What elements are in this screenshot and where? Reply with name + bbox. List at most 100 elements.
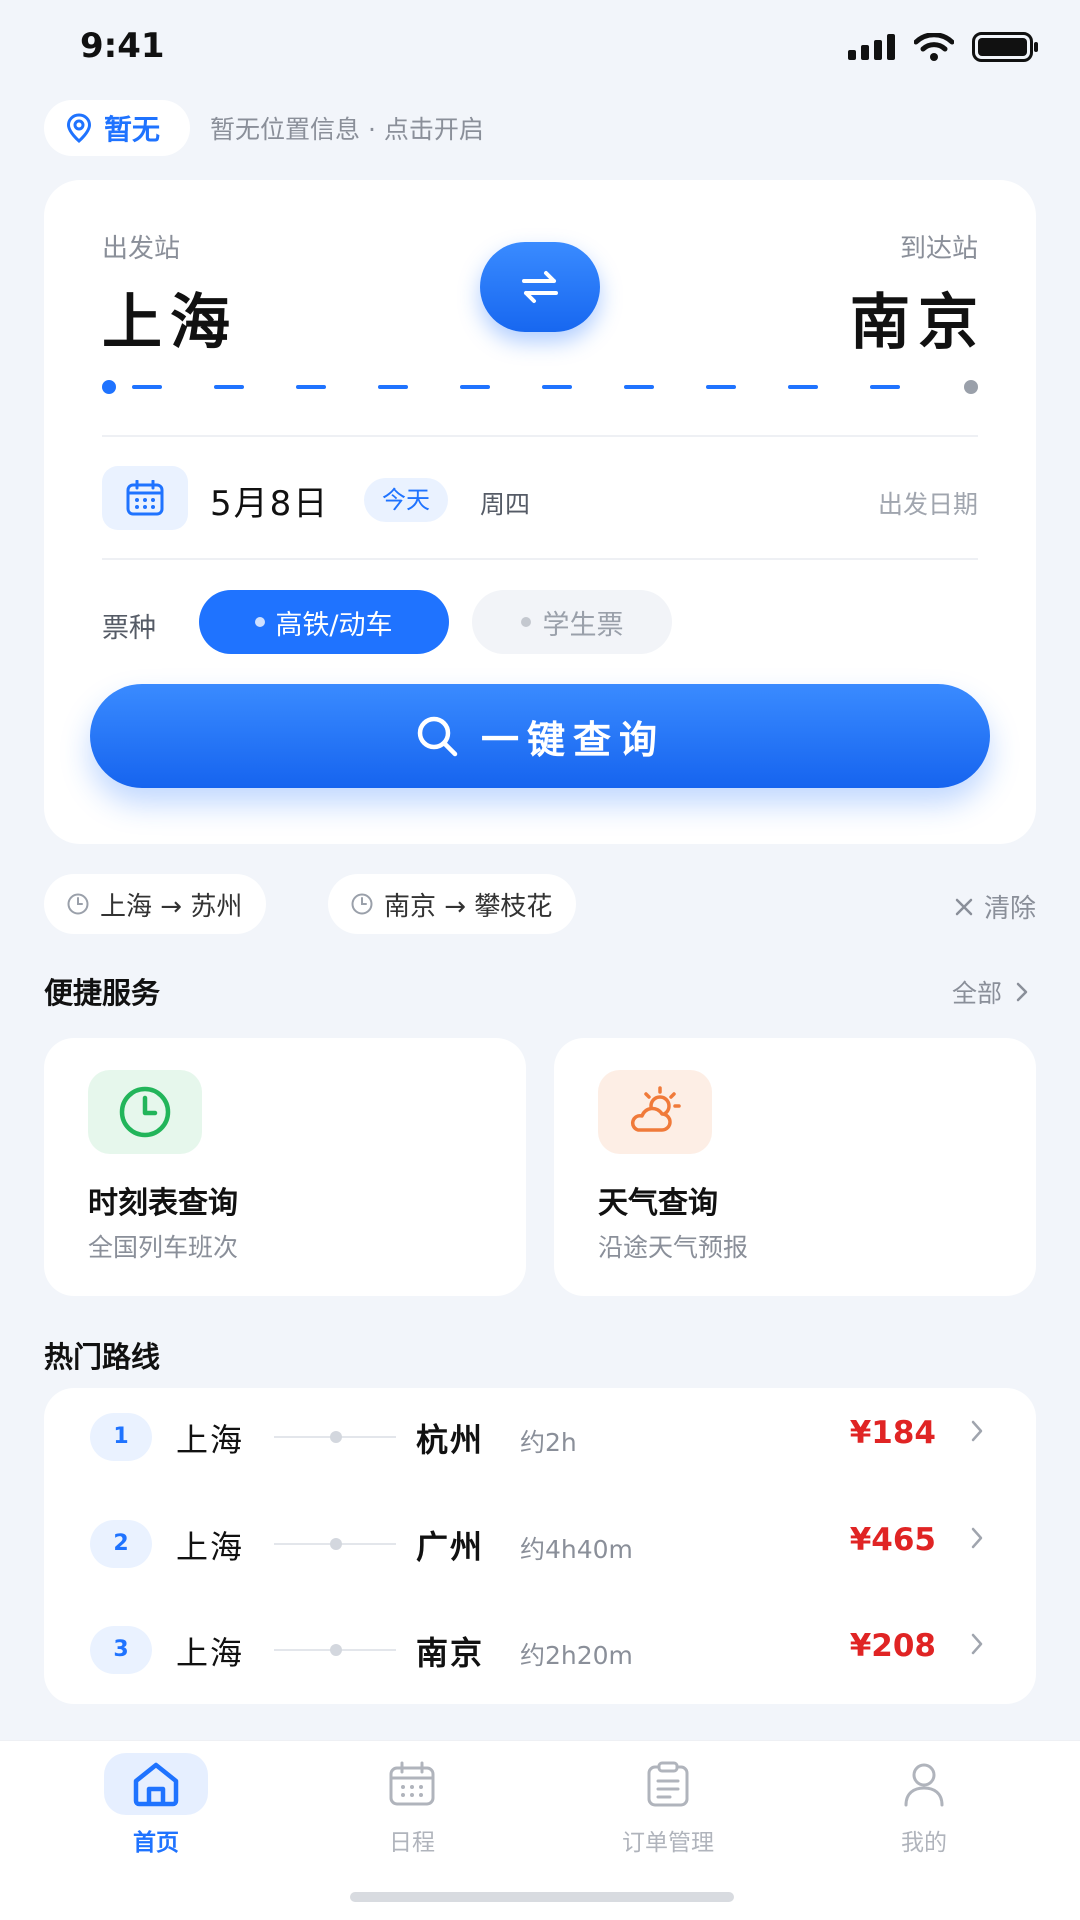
history-item[interactable]: 南京 → 攀枝花 bbox=[328, 874, 577, 934]
route-from: 上海 bbox=[176, 1528, 245, 1566]
user-icon bbox=[904, 1763, 944, 1807]
status-bar: 9:41 bbox=[0, 0, 1080, 100]
from-station-label: 出发站 bbox=[102, 234, 181, 264]
tab-icon-box bbox=[360, 1753, 464, 1815]
search-history: 上海 → 苏州 南京 → 攀枝花 清除 bbox=[44, 874, 1036, 934]
tab-label: 日程 bbox=[389, 1830, 435, 1856]
history-item[interactable]: 上海 → 苏州 bbox=[44, 874, 267, 934]
calendar-icon bbox=[389, 1761, 435, 1806]
history-item-label: 南京 → 攀枝花 bbox=[384, 891, 553, 922]
clock-icon bbox=[119, 1086, 171, 1138]
swap-arrows-icon bbox=[522, 271, 558, 303]
ticket-type-label: 票种 bbox=[102, 613, 156, 644]
route-duration: 约4h40m bbox=[520, 1535, 633, 1564]
chevron-right-icon bbox=[971, 1633, 983, 1655]
route-duration: 约2h20m bbox=[520, 1641, 633, 1670]
tab-icon-box bbox=[872, 1753, 976, 1815]
clear-history-button[interactable]: 清除 bbox=[954, 888, 1036, 925]
search-icon bbox=[417, 716, 458, 757]
services-more-link[interactable]: 全部 bbox=[952, 974, 1028, 1010]
location-chip[interactable]: 暂无 bbox=[44, 100, 191, 156]
service-card-timetable[interactable]: 时刻表查询 全国列车班次 bbox=[44, 1038, 526, 1296]
route-price: ¥465 bbox=[849, 1522, 936, 1558]
divider bbox=[102, 558, 978, 560]
route-connector bbox=[274, 1431, 396, 1443]
history-clock-icon bbox=[351, 893, 373, 915]
history-item-label: 上海 → 苏州 bbox=[100, 891, 243, 922]
tab-profile[interactable]: 我的 bbox=[824, 1753, 1024, 1873]
swap-stations-button[interactable] bbox=[480, 242, 600, 332]
route-connector bbox=[274, 1538, 396, 1550]
location-hint[interactable]: 暂无位置信息 · 点击开启 bbox=[210, 110, 484, 146]
ticket-type-student[interactable]: 学生票 bbox=[472, 590, 672, 654]
service-card-weather[interactable]: 天气查询 沿途天气预报 bbox=[554, 1038, 1036, 1296]
to-station[interactable]: 南京 bbox=[850, 274, 986, 361]
ticket-type-label-text: 学生票 bbox=[542, 609, 624, 641]
service-subtitle: 沿途天气预报 bbox=[598, 1233, 749, 1262]
route-rank: 2 bbox=[90, 1520, 152, 1568]
route-connector bbox=[274, 1644, 396, 1656]
ticket-type-label-text: 高铁/动车 bbox=[275, 609, 393, 641]
route-price: ¥184 bbox=[849, 1415, 936, 1451]
route-from: 上海 bbox=[176, 1421, 245, 1459]
route-price: ¥208 bbox=[849, 1628, 936, 1664]
end-dot bbox=[964, 380, 978, 394]
search-button[interactable]: 一键查询 bbox=[90, 684, 990, 788]
service-icon-box bbox=[88, 1070, 202, 1154]
clear-history-label: 清除 bbox=[983, 894, 1036, 924]
route-track bbox=[102, 380, 978, 394]
chevron-right-icon bbox=[971, 1527, 983, 1549]
search-button-label: 一键查询 bbox=[480, 717, 665, 762]
chevron-right-icon bbox=[1016, 982, 1028, 1002]
tab-orders[interactable]: 订单管理 bbox=[568, 1753, 768, 1873]
tab-icon-box bbox=[104, 1753, 208, 1815]
search-card: 出发站 到达站 上海 南京 5月8日 今天 周四 出发日期 票种 高铁/动车 学… bbox=[44, 180, 1036, 844]
route-to: 杭州 bbox=[416, 1421, 485, 1459]
from-station[interactable]: 上海 bbox=[102, 274, 238, 361]
route-rank: 1 bbox=[90, 1413, 152, 1461]
tab-home[interactable]: 首页 bbox=[56, 1753, 256, 1873]
service-icon-box bbox=[598, 1070, 712, 1154]
service-title: 时刻表查询 bbox=[88, 1186, 238, 1221]
route-rank: 3 bbox=[90, 1626, 152, 1674]
route-row[interactable]: 1 上海 杭州 约2h ¥184 bbox=[44, 1389, 1036, 1485]
tab-label: 我的 bbox=[901, 1830, 947, 1856]
close-icon bbox=[955, 898, 973, 915]
calendar-icon bbox=[126, 480, 164, 516]
status-time: 9:41 bbox=[80, 26, 165, 66]
ticket-type-highspeed[interactable]: 高铁/动车 bbox=[199, 590, 449, 654]
route-duration: 约2h bbox=[520, 1428, 577, 1457]
chip-dot bbox=[520, 617, 531, 627]
location-row: 暂无 暂无位置信息 · 点击开启 bbox=[44, 100, 484, 156]
chip-dot bbox=[255, 617, 266, 627]
tab-label: 首页 bbox=[133, 1830, 179, 1856]
departure-date[interactable]: 5月8日 bbox=[210, 476, 329, 525]
route-to: 南京 bbox=[416, 1634, 485, 1672]
services-title: 便捷服务 bbox=[44, 976, 161, 1010]
battery-icon bbox=[972, 32, 1038, 62]
tab-label: 订单管理 bbox=[622, 1830, 714, 1856]
home-indicator bbox=[350, 1892, 734, 1902]
weekday: 周四 bbox=[480, 490, 531, 519]
date-picker-button[interactable] bbox=[102, 466, 188, 530]
clipboard-icon bbox=[647, 1761, 689, 1807]
signal-icon bbox=[848, 34, 895, 60]
tab-schedule[interactable]: 日程 bbox=[312, 1753, 512, 1873]
to-station-label: 到达站 bbox=[899, 234, 978, 264]
tab-icon-box bbox=[616, 1753, 720, 1815]
services-more-label: 全部 bbox=[951, 979, 1002, 1008]
route-row[interactable]: 2 上海 广州 约4h40m ¥465 bbox=[44, 1496, 1036, 1592]
route-row[interactable]: 3 上海 南京 约2h20m ¥208 bbox=[44, 1602, 1036, 1698]
hot-routes-title: 热门路线 bbox=[44, 1340, 161, 1374]
route-from: 上海 bbox=[176, 1634, 245, 1672]
weather-icon bbox=[631, 1086, 681, 1132]
departure-date-hint: 出发日期 bbox=[877, 490, 978, 519]
wifi-icon bbox=[914, 33, 954, 61]
start-dot bbox=[102, 380, 116, 394]
service-subtitle: 全国列车班次 bbox=[88, 1233, 239, 1262]
divider bbox=[102, 435, 978, 437]
location-chip-label: 暂无 bbox=[104, 113, 161, 146]
hot-routes-list: 1 上海 杭州 约2h ¥184 2 上海 广州 约4h40m ¥465 3 上… bbox=[44, 1388, 1036, 1704]
service-title: 天气查询 bbox=[598, 1186, 718, 1221]
location-pin-icon bbox=[66, 113, 92, 143]
